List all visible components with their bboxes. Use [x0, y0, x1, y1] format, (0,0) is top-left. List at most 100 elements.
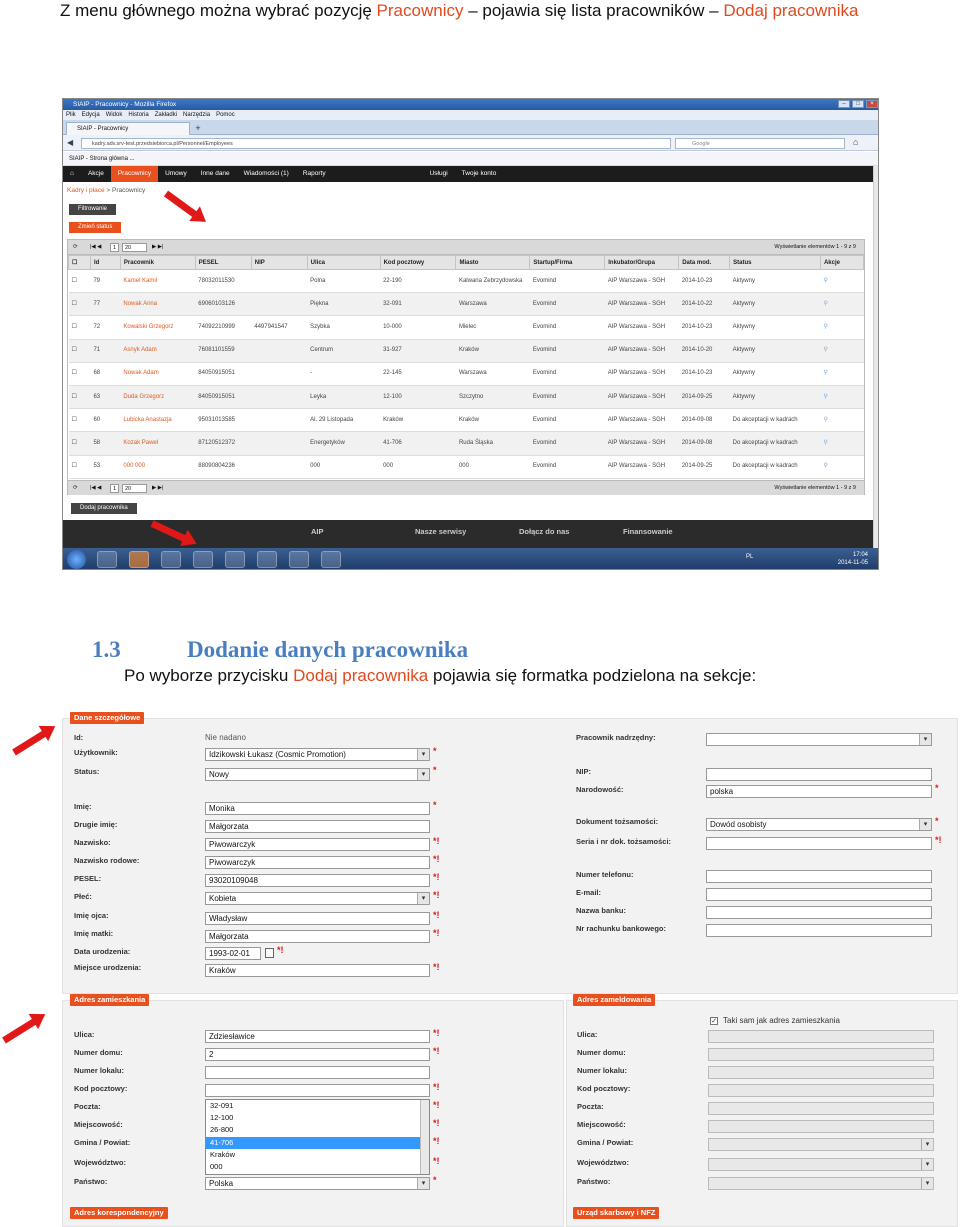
home-nav-icon[interactable]: ⌂	[63, 166, 81, 182]
row-checkbox[interactable]: ☐	[68, 455, 91, 479]
add-employee-button[interactable]: Dodaj pracownika	[71, 503, 137, 514]
page-size-select[interactable]: 20	[122, 484, 147, 493]
nav-other-data[interactable]: Inne dane	[194, 166, 237, 182]
list-item[interactable]: 12-100	[206, 1112, 429, 1124]
column-header[interactable]: Pracownik	[119, 255, 196, 270]
search-icon[interactable]: ⚲	[820, 408, 864, 433]
row-checkbox[interactable]: ☐	[68, 339, 91, 363]
search-icon[interactable]: ⚲	[820, 315, 864, 340]
street-field[interactable]: Zdziesławice	[205, 1030, 430, 1043]
pesel-field[interactable]: 93020109048	[205, 874, 430, 887]
reg-flat-field[interactable]	[708, 1066, 934, 1079]
mother-name-field[interactable]: Małgorzata	[205, 930, 430, 943]
minimize-icon[interactable]: –	[838, 100, 850, 108]
select-all-checkbox[interactable]: ☐	[68, 255, 91, 270]
phone-field[interactable]	[706, 870, 932, 883]
search-icon[interactable]: ⚲	[820, 269, 864, 294]
nav-contracts[interactable]: Umowy	[158, 166, 194, 182]
next-page-icon[interactable]: ▶ ▶|	[152, 481, 163, 496]
table-cell[interactable]: Duda Grzegorz	[120, 385, 196, 410]
new-tab-icon[interactable]: +	[193, 123, 203, 134]
column-header[interactable]: NIP	[250, 255, 308, 270]
column-header[interactable]: Miasto	[455, 255, 531, 270]
breadcrumb-link[interactable]: Kadry i płace	[67, 187, 105, 194]
table-cell[interactable]: Nowak Anna	[120, 292, 196, 317]
table-row[interactable]: ☐ 68 Nowak Adam 84050915051 -22-145 Warszawa E…	[68, 362, 864, 386]
home-icon[interactable]: ⌂	[853, 137, 858, 147]
word-icon[interactable]	[225, 551, 245, 568]
search-icon[interactable]: ⚲	[820, 455, 864, 479]
column-header[interactable]: Status	[729, 255, 821, 270]
family-name-field[interactable]: Piwowarczyk	[205, 856, 430, 869]
calendar-icon[interactable]	[265, 948, 274, 958]
url-bar[interactable]: kadry.adv.srv-test.przedsiebiorca.pl/Per…	[81, 138, 671, 149]
id-document-select[interactable]: Dowód osobisty	[706, 818, 932, 831]
table-row[interactable]: ☐ 77 Nowak Anna 69060103126 Piękna 32-091 Wars…	[68, 292, 864, 317]
column-header[interactable]: Startup/Firma	[529, 255, 606, 270]
search-icon[interactable]: ⚲	[820, 385, 864, 410]
search-icon[interactable]: ⚲	[820, 292, 864, 317]
page-scrollbar[interactable]	[873, 166, 878, 548]
next-page-icon[interactable]: ▶ ▶|	[152, 240, 163, 255]
nationality-field[interactable]: polska	[706, 785, 932, 798]
footer-link[interactable]: AIP	[311, 522, 324, 542]
security-icon[interactable]	[257, 551, 277, 568]
refresh-icon[interactable]: ⟳	[73, 481, 78, 496]
reg-country-select[interactable]	[708, 1177, 934, 1190]
user-select[interactable]: Idzikowski Łukasz (Cosmic Promotion)	[205, 748, 430, 761]
sex-select[interactable]: Kobieta	[205, 892, 430, 905]
app-icon[interactable]	[289, 551, 309, 568]
table-cell[interactable]: Lubicka Anastazja	[120, 408, 196, 433]
second-name-field[interactable]: Małgorzata	[205, 820, 430, 833]
menu-history[interactable]: Historia	[128, 110, 148, 120]
flat-number-field[interactable]	[205, 1066, 430, 1079]
table-row[interactable]: ☐ 58 Kozak Paweł 87120512372 Energetyków 41-7…	[68, 431, 864, 456]
footer-link[interactable]: Finansowanie	[623, 522, 673, 542]
status-select[interactable]: Nowy	[205, 768, 430, 781]
same-address-checkbox[interactable]: ✓	[710, 1017, 718, 1025]
column-header[interactable]: Kod pocztowy	[379, 255, 457, 270]
supervisor-select[interactable]	[706, 733, 932, 746]
tray-clock[interactable]: 17:04 2014-11-05	[838, 551, 868, 567]
menu-bookmarks[interactable]: Zakładki	[155, 110, 177, 120]
search-bar[interactable]: Google	[675, 138, 845, 149]
menu-edit[interactable]: Edycja	[82, 110, 100, 120]
start-button-icon[interactable]	[67, 550, 86, 569]
row-checkbox[interactable]: ☐	[68, 269, 91, 294]
table-cell[interactable]: Kowalski Grzegorz	[120, 315, 196, 340]
bookmark-item[interactable]: SIAIP - Strona główna ...	[69, 156, 135, 162]
first-page-icon[interactable]: |◀ ◀	[90, 481, 101, 496]
reg-voivodeship-select[interactable]	[708, 1158, 934, 1171]
father-name-field[interactable]: Władysław	[205, 912, 430, 925]
column-header[interactable]: Inkubator/Grupa	[604, 255, 680, 270]
row-checkbox[interactable]: ☐	[68, 315, 91, 340]
table-cell[interactable]: Kamel Kamil	[120, 269, 196, 294]
browser-tab[interactable]: SIAIP - Pracownicy	[66, 122, 190, 135]
page-number[interactable]: 1	[110, 484, 119, 493]
table-cell[interactable]: Nowak Adam	[120, 362, 196, 386]
list-item-selected[interactable]: 41-706	[206, 1136, 429, 1149]
explorer-icon[interactable]	[97, 551, 117, 568]
page-number[interactable]: 1	[110, 243, 119, 252]
reg-post-field[interactable]	[708, 1102, 934, 1115]
firefox-icon[interactable]	[129, 551, 149, 568]
list-item[interactable]: Kraków	[206, 1149, 429, 1161]
reg-postcode-field[interactable]	[708, 1084, 934, 1097]
search-icon[interactable]: ⚲	[820, 431, 864, 456]
reg-house-field[interactable]	[708, 1048, 934, 1061]
nav-actions[interactable]: Akcje	[81, 166, 111, 182]
back-icon[interactable]: ◀	[67, 138, 73, 147]
nip-field[interactable]	[706, 768, 932, 781]
column-header[interactable]: Id	[89, 255, 121, 270]
footer-link[interactable]: Dołącz do nas	[519, 522, 569, 542]
reg-street-field[interactable]	[708, 1030, 934, 1043]
birth-date-field[interactable]: 1993-02-01	[205, 947, 261, 960]
postcode-field[interactable]	[205, 1084, 430, 1097]
menu-file[interactable]: Plik	[66, 110, 76, 120]
list-item[interactable]: 32-091	[206, 1100, 429, 1112]
first-page-icon[interactable]: |◀ ◀	[90, 240, 101, 255]
id-document-number-field[interactable]	[706, 837, 932, 850]
table-row[interactable]: ☐ 79 Kamel Kamil 78032011530 Polna 22-190 Kalw…	[68, 269, 864, 294]
house-number-field[interactable]: 2	[205, 1048, 430, 1061]
filter-button[interactable]: Filtrowanie	[69, 204, 117, 215]
